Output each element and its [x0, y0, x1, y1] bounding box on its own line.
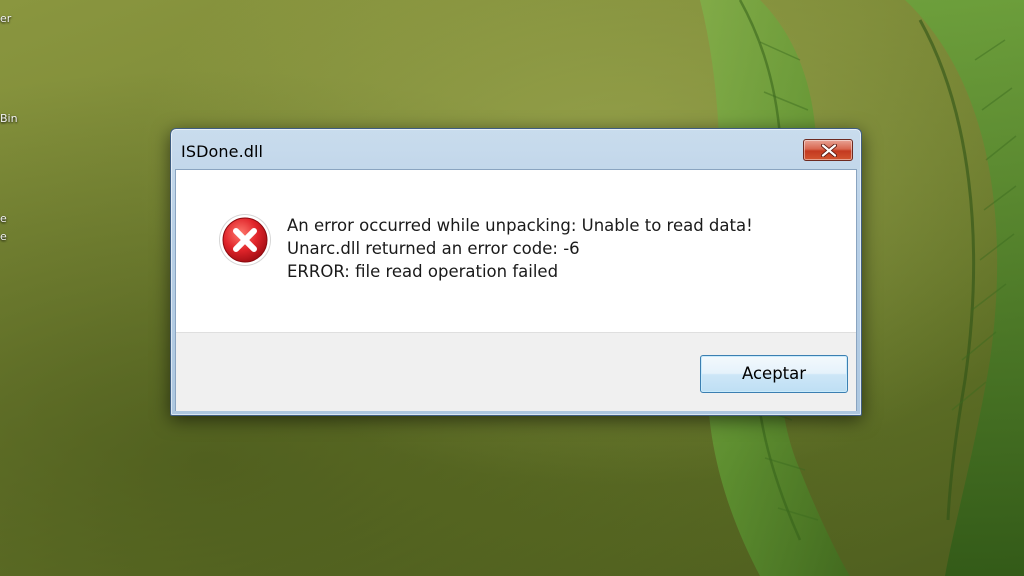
error-message-line: Unarc.dll returned an error code: -6 [287, 239, 580, 258]
close-icon [821, 144, 837, 157]
dialog-client-area: An error occurred while unpacking: Unabl… [175, 169, 857, 411]
error-message-line: ERROR: file read operation failed [287, 262, 559, 281]
desktop-icon-label-recycle-bin[interactable]: Bin [0, 112, 22, 125]
error-message: An error occurred while unpacking: Unabl… [287, 214, 753, 283]
dialog-titlebar[interactable]: ISDone.dll [171, 129, 861, 169]
error-message-line: An error occurred while unpacking: Unabl… [287, 216, 753, 235]
button-bar: Aceptar [176, 332, 856, 411]
error-dialog: ISDone.dll An error occurred while unpac… [170, 128, 862, 416]
message-area: An error occurred while unpacking: Unabl… [176, 170, 856, 332]
accept-button[interactable]: Aceptar [700, 355, 848, 393]
desktop-icon-label[interactable]: er [0, 12, 22, 25]
error-icon [219, 214, 271, 266]
close-button[interactable] [803, 139, 853, 161]
desktop: er Bin e e ISDone.dll An error occurred … [0, 0, 1024, 576]
dialog-title: ISDone.dll [181, 142, 264, 161]
desktop-icon-label[interactable]: e [0, 230, 22, 243]
desktop-icon-label[interactable]: e [0, 212, 22, 225]
